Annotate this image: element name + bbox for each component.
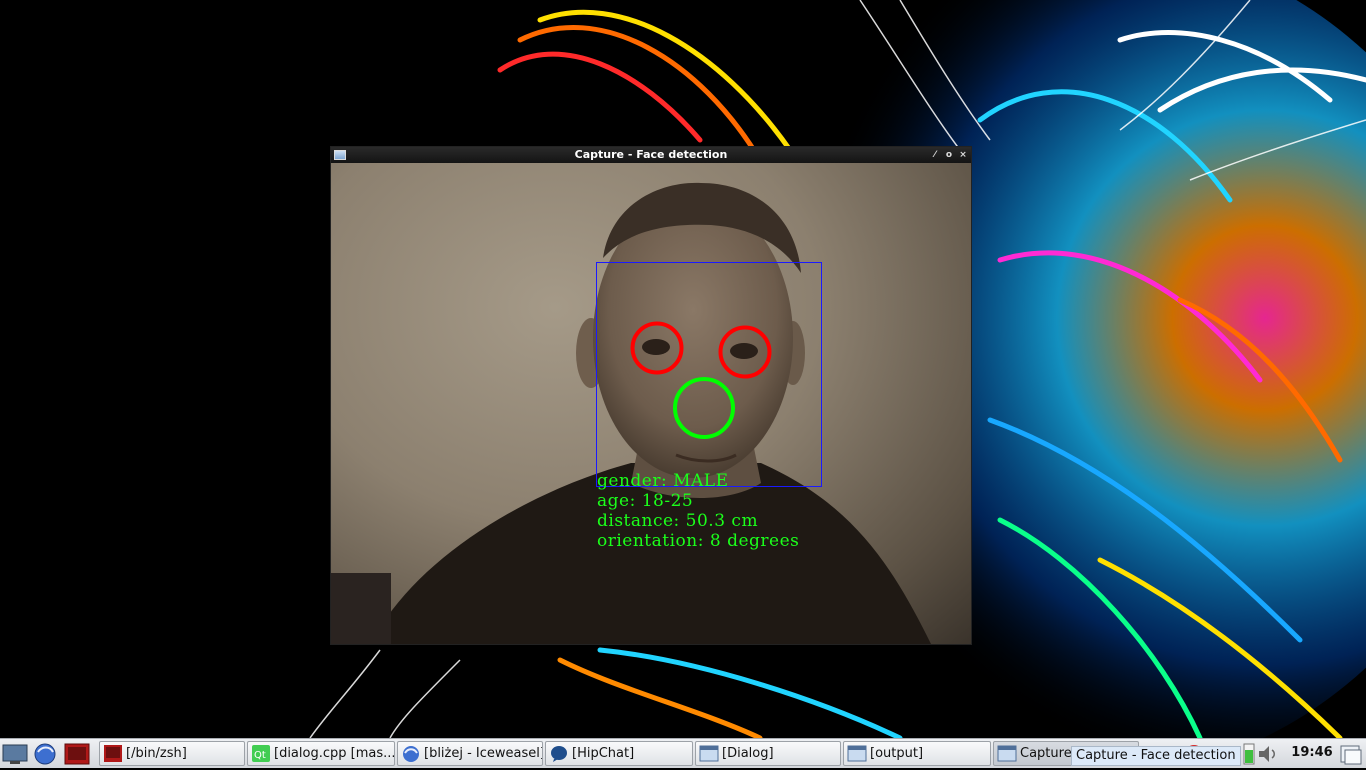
window-titlebar[interactable]: Capture - Face detection ⁄ o × (331, 147, 971, 163)
task-label: [HipChat] (572, 746, 635, 761)
window-icon (997, 745, 1017, 762)
camera-frame (331, 182, 931, 644)
task-zsh[interactable]: [/bin/zsh] (99, 741, 245, 766)
browser-icon (403, 746, 419, 762)
task-label: [Dialog] (722, 746, 774, 761)
gender-readout: gender: MALE (597, 471, 729, 491)
task-label: [/bin/zsh] (126, 746, 187, 761)
task-label: [output] (870, 746, 924, 761)
task-label: [bliżej - Iceweasel] (424, 746, 543, 761)
show-desktop-icon[interactable] (2, 742, 28, 766)
svg-text:Qt: Qt (254, 750, 266, 761)
orientation-readout: orientation: 8 degrees (597, 531, 800, 551)
window-icon (847, 745, 867, 762)
age-readout: age: 18-25 (597, 491, 694, 511)
task-label: [dialog.cpp [mas... (274, 746, 395, 761)
desktop: Capture - Face detection ⁄ o × gender: M… (0, 0, 1366, 738)
volume-icon[interactable] (1256, 742, 1280, 766)
taskbar-tooltip: Capture - Face detection (1071, 746, 1241, 766)
terminal-icon (104, 745, 122, 762)
clock[interactable]: 19:46 (1283, 738, 1341, 768)
task-dialog[interactable]: [Dialog] (695, 741, 841, 766)
maximize-button[interactable]: o (943, 148, 955, 162)
close-button[interactable]: × (957, 148, 969, 162)
chat-icon (551, 746, 567, 762)
tray-battery-icon[interactable] (1242, 742, 1256, 766)
minimize-button[interactable]: ⁄ (929, 148, 941, 162)
task-dialog-cpp[interactable]: Qt [dialog.cpp [mas... (247, 741, 395, 766)
task-label: Capture (1020, 746, 1072, 761)
qt-creator-icon: Qt (252, 745, 270, 762)
task-iceweasel[interactable]: [bliżej - Iceweasel] (397, 741, 543, 766)
terminal-icon[interactable] (64, 742, 90, 766)
window-icon (699, 745, 719, 762)
capture-window[interactable]: Capture - Face detection ⁄ o × gender: M… (331, 147, 971, 644)
task-output[interactable]: [output] (843, 741, 991, 766)
notification-icon[interactable] (1339, 742, 1363, 766)
camera-feed: gender: MALE age: 18-25 distance: 50.3 c… (331, 163, 971, 644)
chair-back (331, 573, 391, 644)
task-hipchat[interactable]: [HipChat] (545, 741, 693, 766)
browser-icon[interactable] (32, 742, 58, 766)
distance-readout: distance: 50.3 cm (597, 511, 759, 531)
window-title: Capture - Face detection (574, 148, 728, 161)
